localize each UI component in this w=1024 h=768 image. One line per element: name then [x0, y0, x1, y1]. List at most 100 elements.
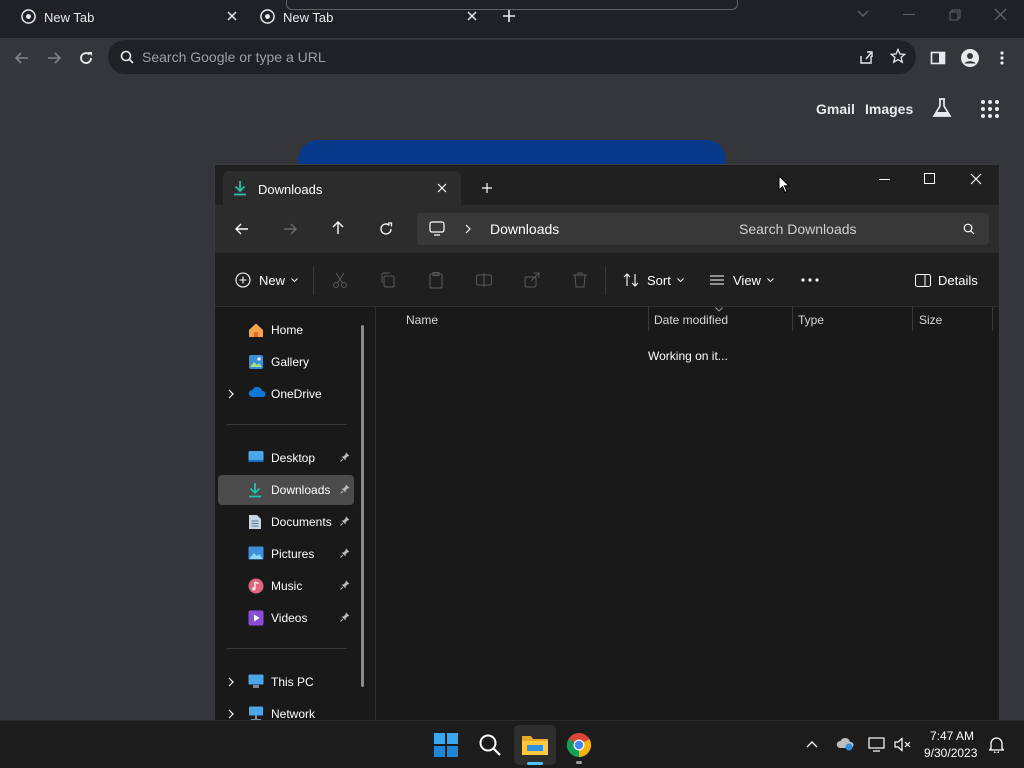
expand-chevron-icon[interactable] [228, 709, 234, 719]
back-arrow-icon[interactable] [10, 46, 34, 70]
column-separator[interactable] [792, 307, 793, 331]
minimize-icon[interactable] [903, 14, 915, 16]
view-lines-icon [709, 274, 725, 286]
display-tray-icon[interactable] [868, 737, 886, 752]
pin-icon[interactable] [340, 516, 350, 526]
more-options-icon[interactable] [801, 278, 819, 296]
up-arrow-icon[interactable] [331, 221, 345, 235]
windows-start-icon[interactable] [433, 732, 461, 760]
running-indicator [576, 761, 582, 764]
close-window-icon[interactable] [994, 8, 1007, 21]
onedrive-cloud-icon [248, 386, 266, 402]
volume-muted-icon[interactable] [894, 737, 912, 752]
sort-caret-icon [715, 307, 723, 312]
clock-time[interactable]: 7:47 AM [930, 729, 974, 743]
details-pane-icon [915, 273, 931, 287]
explorer-titlebar: Downloads [215, 165, 999, 205]
expand-chevron-icon[interactable] [228, 389, 234, 399]
download-arrow-icon [248, 482, 264, 498]
taskbar-chrome-icon[interactable] [566, 732, 594, 760]
maximize-icon[interactable] [924, 173, 935, 184]
pin-icon[interactable] [340, 612, 350, 622]
sort-button[interactable]: Sort [623, 269, 684, 291]
share-icon[interactable] [523, 271, 541, 289]
close-tab-icon[interactable] [437, 183, 447, 193]
clock-date[interactable]: 9/30/2023 [924, 746, 977, 760]
nav-item-music[interactable]: Music [218, 571, 354, 601]
side-panel-icon[interactable] [926, 46, 950, 70]
tab-search-chevron-icon[interactable] [857, 10, 869, 18]
gmail-link[interactable]: Gmail [816, 101, 855, 117]
computer-monitor-icon [429, 221, 445, 236]
nav-item-documents[interactable]: Documents [218, 507, 354, 537]
pin-icon[interactable] [340, 580, 350, 590]
nav-label: Gallery [271, 355, 310, 369]
apps-grid-icon[interactable] [981, 100, 999, 118]
kebab-menu-icon[interactable] [990, 46, 1014, 70]
back-arrow-icon[interactable] [235, 222, 249, 236]
column-header-date-modified[interactable]: Date modified [654, 313, 728, 327]
column-separator[interactable] [992, 307, 993, 331]
nav-item-home[interactable]: Home [218, 315, 354, 345]
taskbar-search-icon[interactable] [478, 733, 506, 761]
breadcrumb-downloads[interactable]: Downloads [490, 221, 559, 237]
minimize-icon[interactable] [879, 179, 890, 181]
nav-item-this-pc[interactable]: This PC [218, 667, 354, 697]
forward-arrow-icon[interactable] [283, 222, 297, 236]
nav-item-pictures[interactable]: Pictures [218, 539, 354, 569]
share-icon[interactable] [858, 49, 874, 65]
chrome-tabstrip: New Tab New Tab [0, 0, 1024, 38]
omnibox[interactable]: Search Google or type a URL [108, 40, 916, 74]
bookmark-star-icon[interactable] [890, 48, 906, 64]
nav-item-desktop[interactable]: Desktop [218, 443, 354, 473]
active-indicator [527, 762, 543, 765]
onedrive-tray-icon[interactable] [836, 737, 854, 751]
chrome-tab-1[interactable]: New Tab [0, 0, 246, 34]
nav-item-onedrive[interactable]: OneDrive [218, 379, 354, 409]
column-separator[interactable] [648, 307, 649, 331]
notification-bell-icon[interactable] [989, 736, 1004, 753]
close-window-icon[interactable] [970, 173, 982, 185]
separator [605, 267, 606, 295]
new-tab-icon[interactable] [481, 182, 493, 194]
breadcrumb-chevron-icon[interactable] [465, 224, 471, 234]
restore-icon[interactable] [949, 9, 961, 21]
column-separator[interactable] [912, 307, 913, 331]
view-button[interactable]: View [709, 269, 774, 291]
search-downloads-box[interactable]: Search Downloads [725, 213, 989, 245]
new-tab-icon[interactable] [502, 9, 516, 23]
delete-trash-icon[interactable] [571, 271, 589, 289]
expand-chevron-icon[interactable] [228, 677, 234, 687]
column-header-name[interactable]: Name [406, 313, 438, 327]
taskbar-file-explorer[interactable] [514, 725, 556, 765]
nav-label: Network [271, 707, 316, 721]
nav-item-downloads[interactable]: Downloads [218, 475, 354, 505]
nav-item-videos[interactable]: Videos [218, 603, 354, 633]
nav-item-gallery[interactable]: Gallery [218, 347, 354, 377]
show-hidden-icons-chevron-icon[interactable] [806, 740, 818, 748]
column-header-type[interactable]: Type [798, 313, 824, 327]
rename-icon[interactable] [475, 271, 493, 289]
explorer-tab-downloads[interactable]: Downloads [223, 171, 461, 205]
pin-icon[interactable] [340, 548, 350, 558]
reload-icon[interactable] [74, 46, 98, 70]
close-tab-icon[interactable] [466, 10, 478, 22]
images-link[interactable]: Images [865, 101, 913, 117]
file-explorer-folder-icon [521, 733, 549, 757]
close-tab-icon[interactable] [226, 10, 238, 22]
pin-icon[interactable] [340, 452, 350, 462]
refresh-icon[interactable] [379, 222, 393, 236]
file-list: Name Date modified Type Size Working on … [375, 307, 999, 723]
paste-icon[interactable] [427, 271, 445, 289]
copy-icon[interactable] [379, 271, 397, 289]
cut-icon[interactable] [331, 271, 349, 289]
pin-icon[interactable] [340, 484, 350, 494]
details-button[interactable]: Details [915, 269, 978, 291]
labs-flask-icon[interactable] [931, 97, 953, 119]
nav-pane-scrollbar[interactable] [361, 325, 364, 687]
chevron-down-icon [291, 277, 298, 283]
forward-arrow-icon[interactable] [42, 46, 66, 70]
new-button[interactable]: New [235, 269, 298, 291]
profile-avatar-icon[interactable] [958, 46, 982, 70]
column-header-size[interactable]: Size [919, 313, 942, 327]
